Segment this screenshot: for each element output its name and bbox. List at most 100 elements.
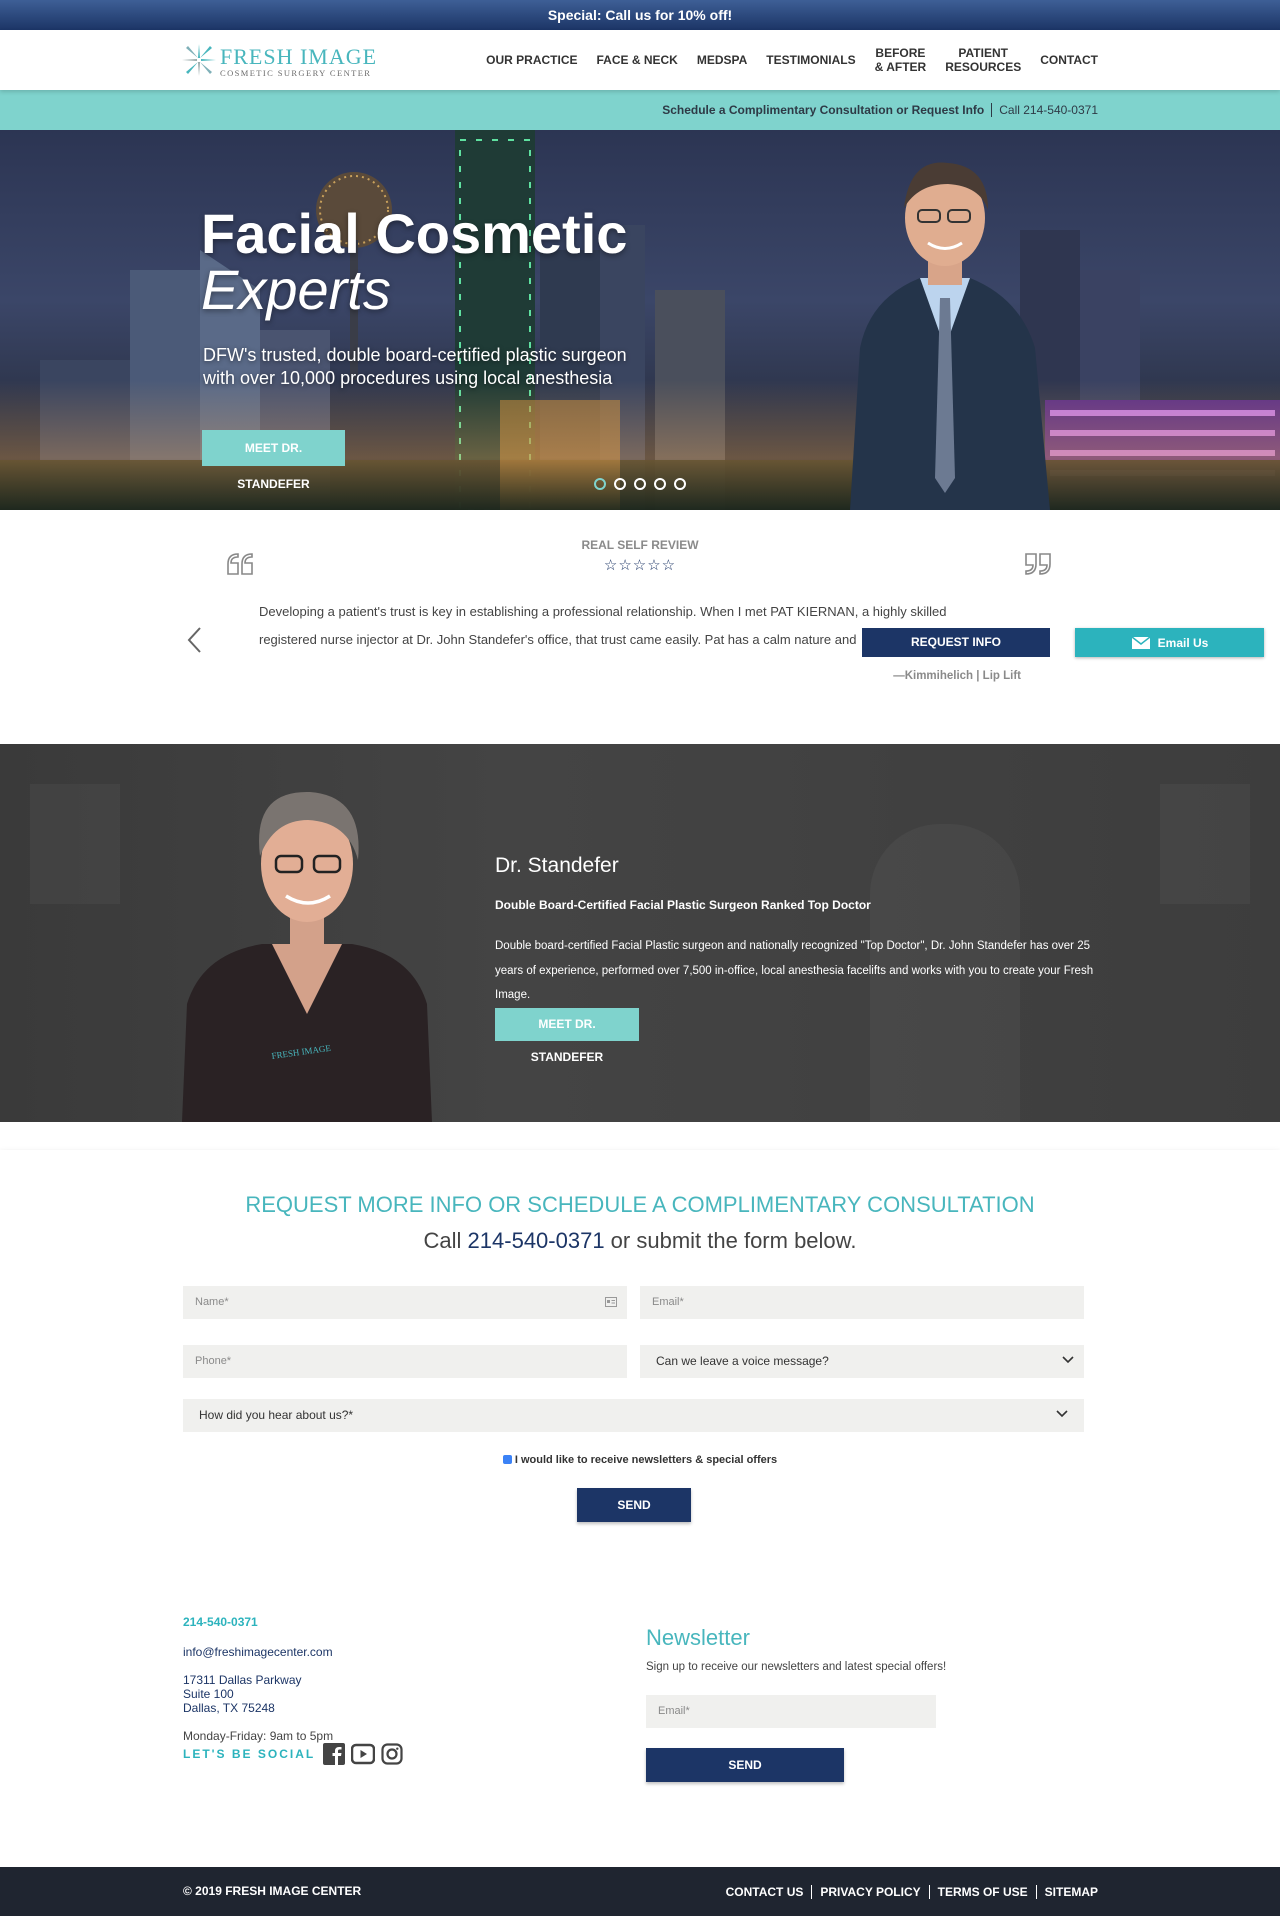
form-title: REQUEST MORE INFO OR SCHEDULE A COMPLIME… [245, 1192, 1035, 1217]
bottom-bar: © 2019 FRESH IMAGE CENTER CONTACT US PRI… [0, 1867, 1280, 1916]
doctor-subtitle: Double Board-Certified Facial Plastic Su… [495, 898, 871, 912]
hero-title-italic: Experts [201, 258, 391, 321]
review-title: REAL SELF REVIEW [581, 538, 699, 552]
doctor-section: FRESH IMAGE Dr. Standefer Double Board-C… [0, 744, 1280, 1122]
logo-mark-icon [182, 44, 216, 76]
nav-label: TESTIMONIALS [766, 53, 856, 67]
background-photo-shape [1160, 784, 1250, 904]
bottom-link-sitemap[interactable]: SITEMAP [1035, 1884, 1098, 1899]
nav-face-neck[interactable]: FACE & NECK [597, 53, 678, 67]
background-photo-shape [30, 784, 120, 904]
slider-dot-3[interactable] [634, 478, 646, 490]
skyline-glow [0, 380, 1280, 510]
address-line-2: Suite 100 [183, 1687, 234, 1701]
site-header: FRESH IMAGE COSMETIC SURGERY CENTER OUR … [0, 30, 1280, 90]
newsletter-email-field[interactable]: Email* [646, 1695, 936, 1728]
newsletter-email-placeholder: Email* [658, 1705, 690, 1717]
slider-dot-1[interactable] [594, 478, 606, 490]
form-sub-pre: Call [423, 1228, 468, 1253]
doctor-description: Double board-certified Facial Plastic su… [495, 940, 1094, 1001]
voice-message-select[interactable]: Can we leave a voice message? [640, 1345, 1084, 1378]
review-section: REAL SELF REVIEW ☆☆☆☆☆ Developing a pati… [0, 510, 1280, 744]
nav-medspa[interactable]: MEDSPA [697, 53, 747, 67]
email-placeholder: Email* [652, 1296, 684, 1308]
meet-dr-button[interactable]: MEET DR. STANDEFER [202, 430, 345, 491]
nav-our-practice[interactable]: OUR PRACTICE [486, 53, 577, 67]
nav-testimonials[interactable]: TESTIMONIALS [766, 53, 855, 67]
nav-contact[interactable]: CONTACT [1040, 53, 1098, 67]
email-field[interactable]: Email* [640, 1286, 1084, 1319]
request-info-button[interactable]: REQUEST INFO [862, 628, 1050, 657]
facebook-icon[interactable] [323, 1743, 346, 1765]
name-placeholder: Name* [195, 1296, 229, 1308]
nav-before-after[interactable]: BEFORE & AFTER [875, 46, 927, 74]
newsletter-checkbox-label: I would like to receive newsletters & sp… [514, 1454, 778, 1466]
newsletter-checkbox-row: I would like to receive newsletters & sp… [0, 1454, 1280, 1466]
main-nav: OUR PRACTICE FACE & NECK MEDSPA TESTIMON… [467, 30, 1098, 90]
newsletter-checkbox[interactable] [502, 1455, 512, 1464]
email-us-label: Email Us [1157, 635, 1209, 650]
bottom-links: CONTACT US PRIVACY POLICY TERMS OF USE S… [718, 1867, 1098, 1916]
youtube-icon[interactable] [351, 1743, 376, 1765]
request-form-section: REQUEST MORE INFO OR SCHEDULE A COMPLIME… [0, 1150, 1280, 1575]
newsletter-title: Newsletter [646, 1625, 750, 1650]
logo-subtitle: COSMETIC SURGERY CENTER [220, 68, 372, 78]
nav-label: MEDSPA [696, 53, 748, 67]
slider-dot-5[interactable] [674, 478, 686, 490]
nav-label: PATIENT [958, 46, 1008, 60]
nav-label: BEFORE [875, 46, 926, 60]
email-us-button[interactable]: Email Us [1075, 628, 1264, 657]
form-phone-link[interactable]: 214-540-0371 [468, 1228, 605, 1253]
name-field[interactable]: Name* [183, 1286, 627, 1319]
logo[interactable]: FRESH IMAGE COSMETIC SURGERY CENTER [182, 42, 376, 78]
newsletter-send-button[interactable]: SEND [646, 1748, 844, 1782]
nav-label-line2: RESOURCES [945, 60, 1022, 74]
bottom-link-contact[interactable]: CONTACT US [718, 1885, 812, 1899]
footer-email[interactable]: info@freshimagecenter.com [183, 1645, 333, 1659]
slider-dot-2[interactable] [614, 478, 626, 490]
address-line-1: 17311 Dallas Parkway [183, 1673, 302, 1687]
doctor-name: Dr. Standefer [495, 854, 619, 877]
bottom-link-privacy[interactable]: PRIVACY POLICY [811, 1884, 928, 1899]
hero-title: Facial Cosmetic [201, 202, 628, 265]
social-row: LET'S BE SOCIAL [183, 1743, 403, 1765]
footer-phone[interactable]: 214-540-0371 [183, 1615, 258, 1629]
review-stars: ☆☆☆☆☆ [603, 557, 677, 574]
meet-dr-button-2[interactable]: MEET DR. STANDEFER [495, 1008, 639, 1064]
review-prev-arrow-icon[interactable] [186, 626, 202, 654]
logo-title: FRESH IMAGE [220, 44, 378, 69]
contact-card-icon [605, 1297, 617, 1307]
envelope-icon [1131, 635, 1151, 649]
form-sub-post: or submit the form below. [604, 1228, 857, 1253]
nav-label-line2: & AFTER [874, 60, 927, 74]
open-quote-icon [227, 553, 253, 575]
footer-address: 17311 Dallas Parkway Suite 100 Dallas, T… [183, 1673, 302, 1715]
call-link[interactable]: Call 214-540-0371 [992, 103, 1098, 117]
instagram-icon[interactable] [381, 1743, 403, 1765]
bottom-link-terms[interactable]: TERMS OF USE [928, 1884, 1036, 1899]
schedule-bar: Schedule a Complimentary Consultation or… [0, 90, 1280, 130]
chevron-down-icon [1056, 1410, 1068, 1418]
nav-label: CONTACT [1040, 53, 1098, 67]
surgeon-portrait-image [850, 162, 1050, 510]
doctor-portrait-image: FRESH IMAGE [182, 791, 432, 1122]
slider-dot-4[interactable] [654, 478, 666, 490]
address-line-3: Dallas, TX 75248 [183, 1701, 275, 1715]
nav-patient-resources[interactable]: PATIENT RESOURCES [945, 46, 1021, 74]
form-send-button[interactable]: SEND [577, 1488, 691, 1522]
copyright: © 2019 FRESH IMAGE CENTER [183, 1884, 362, 1898]
footer: 214-540-0371 info@freshimagecenter.com 1… [0, 1575, 1280, 1867]
newsletter-text: Sign up to receive our newsletters and l… [646, 1661, 947, 1673]
nav-label: OUR PRACTICE [486, 53, 578, 67]
slider-dots [594, 478, 686, 490]
hero-subtitle: DFW's trusted, double board-certified pl… [203, 345, 627, 388]
review-author: —Kimmihelich | Lip Lift [893, 670, 1021, 682]
promo-bar[interactable]: Special: Call us for 10% off! [0, 0, 1280, 30]
schedule-link[interactable]: Schedule a Complimentary Consultation or… [662, 103, 993, 117]
hear-about-select[interactable]: How did you hear about us?* [183, 1399, 1084, 1432]
voice-message-value: Can we leave a voice message? [656, 1354, 829, 1368]
phone-field[interactable]: Phone* [183, 1345, 627, 1378]
footer-hours: Monday-Friday: 9am to 5pm [183, 1729, 334, 1743]
hear-about-value: How did you hear about us?* [199, 1408, 354, 1422]
hero-slider: Facial Cosmetic Experts DFW's trusted, d… [0, 130, 1280, 510]
